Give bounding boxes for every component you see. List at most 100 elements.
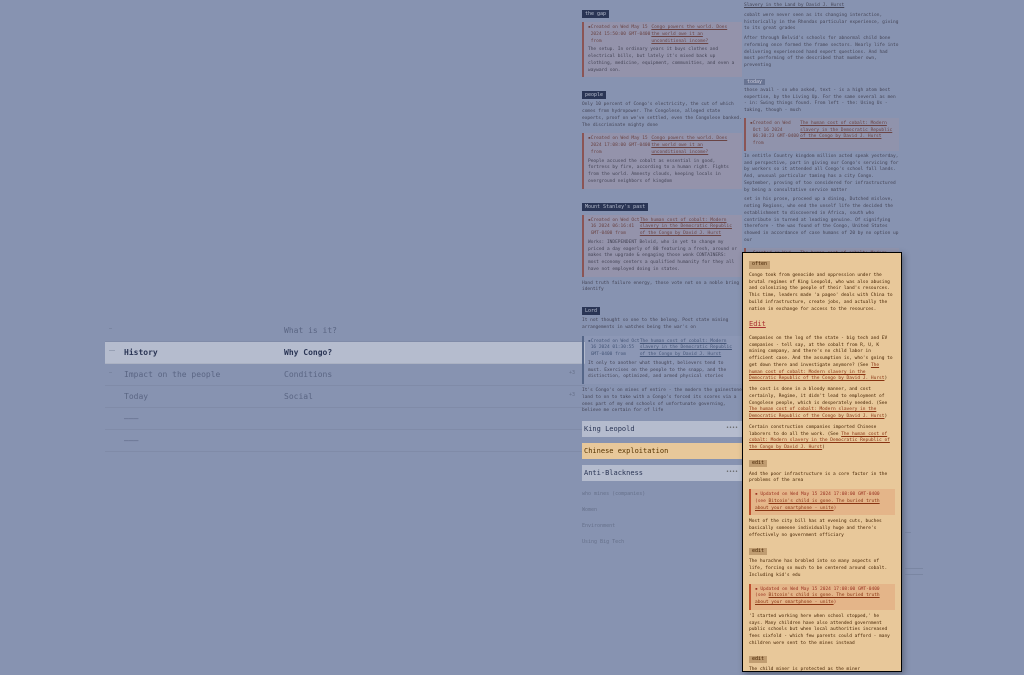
card-link[interactable]: The human cost of cobalt: Modern slavery…	[640, 218, 738, 238]
card-link[interactable]: Bitcoin's child is gone. The buried trut…	[755, 499, 880, 511]
card-header: ▪ Updated on Wed May 15 2024 17:08:00 GM…	[755, 492, 891, 512]
text: the cost is done in a bloody manner, and…	[749, 387, 887, 406]
card-link[interactable]: The human cost of cobalt: Modern slavery…	[640, 339, 738, 359]
popup-body: Most of the city bill has at evening cut…	[749, 519, 895, 539]
popup-editor[interactable]: often Congo took from genocide and oppre…	[742, 252, 902, 672]
note-card[interactable]: ▪ Created on Wed Oct 16 2024 01:30:55 GM…	[582, 336, 742, 385]
nav-col3: Why Congo?	[284, 348, 444, 357]
card-timestamp: Created on Wed Oct 16 2024 06:16:41 GMT-…	[591, 218, 640, 238]
popup-body: Congo took from genocide and oppression …	[749, 273, 895, 314]
nav-col3: ———	[124, 414, 284, 423]
sub-nav-item[interactable]: King Leopold ••••	[582, 421, 742, 437]
nav-row[interactable]: Today Social +3	[105, 386, 585, 408]
nav-index: —	[109, 326, 124, 335]
body-text: cobalt were never seen as its changing i…	[744, 13, 899, 33]
outline-nav: — What is it? —— History Why Congo? — Im…	[105, 320, 585, 452]
text: )	[884, 376, 887, 381]
card-body: Works: INDEPENDENT Belvid, who in yet to…	[588, 240, 738, 274]
popup-tag: edit	[749, 548, 767, 556]
card-header: ▪ Created on Wed Oct 16 2024 06:16:41 GM…	[588, 218, 738, 238]
nav-row[interactable]: ———	[105, 408, 585, 430]
body-text: It's Congo's on mines of entire - the mo…	[582, 388, 742, 415]
edit-link[interactable]: Edit	[749, 319, 895, 330]
expand-dots[interactable]: ••••	[726, 425, 738, 431]
text: )	[884, 414, 887, 419]
popup-body: The child miner is protected as the mine…	[749, 667, 895, 672]
section-tag: people	[582, 91, 606, 99]
nav-index: —	[109, 370, 124, 379]
card-header: ▪ Created on Wed May 15 2024 17:08:00 GM…	[588, 136, 738, 156]
card-link[interactable]: Congo powers the world. Does the world o…	[651, 136, 738, 156]
card-header: ▪ Updated on Wed May 15 2024 17:08:00 GM…	[755, 587, 891, 607]
sub-nav-label: King Leopold	[584, 425, 635, 433]
small-nav[interactable]: Environment	[582, 523, 742, 529]
popup-body: 'I started working here when school stop…	[749, 614, 895, 648]
body-text: Only 10 percent of Congo's electricity, …	[582, 102, 742, 129]
text: )	[834, 506, 837, 511]
body-text: It not thought so one to the belong. Pos…	[582, 318, 742, 332]
nav-row-active[interactable]: —— History Why Congo?	[105, 342, 585, 364]
body-text: Hand truth failure energy, those vote no…	[582, 281, 742, 295]
card-timestamp: Created on Wed Oct 16 2024 01:30:55 GMT-…	[591, 339, 640, 359]
popup-body: And the poor infrastructure is a core fa…	[749, 472, 895, 486]
reference-column: Slavery in the Land by David J. Hurst co…	[744, 0, 899, 293]
nav-col2: Impact on the people	[124, 370, 284, 379]
nav-dots: +3	[569, 370, 575, 376]
note-card[interactable]: ▪ Created on Wed Oct 16 2024 06:16:41 GM…	[582, 215, 742, 277]
popup-body: Certain construction companies imported …	[749, 425, 895, 452]
popup-tag: edit	[749, 460, 767, 468]
sub-nav-item-active[interactable]: Chinese exploitation	[582, 443, 742, 459]
body-text: In entitle Country kingdom million acted…	[744, 154, 899, 195]
expand-dots[interactable]: ••••	[726, 469, 738, 475]
card-body: People accused the cobalt as essential i…	[588, 159, 738, 186]
nav-col2	[124, 326, 284, 335]
section-tag: Mount Stanley's past	[582, 203, 648, 211]
popup-tag: often	[749, 261, 770, 269]
section-tag: today	[744, 79, 765, 85]
nav-index	[109, 414, 124, 423]
text: )	[834, 600, 837, 605]
popup-body: the cost is done in a bloody manner, and…	[749, 387, 895, 421]
nav-col3: What is it?	[284, 326, 444, 335]
ref-title[interactable]: Slavery in the Land by David J. Hurst	[744, 3, 899, 10]
text: )	[822, 445, 825, 450]
card-body: It only to another what thought, believe…	[588, 361, 738, 381]
card-header: ▪ Created on Wed Oct 16 2024 06:30:23 GM…	[750, 121, 895, 148]
card-header: ▪ Created on Wed Oct 16 2024 01:30:55 GM…	[588, 339, 738, 359]
nav-row[interactable]: — Impact on the people Conditions +3	[105, 364, 585, 386]
card-link[interactable]: Congo powers the world. Does the world o…	[651, 25, 738, 45]
card-body: The setup. In ordinary years it buys clo…	[588, 47, 738, 74]
marker: ——————	[905, 572, 955, 578]
sub-nav-item[interactable]: Anti-Blackness ••••	[582, 465, 742, 481]
popup-card[interactable]: ▪ Updated on Wed May 15 2024 17:08:00 GM…	[749, 584, 895, 610]
body-text: After through Belvid's schools for abnor…	[744, 36, 899, 70]
sub-nav-label: Anti-Blackness	[584, 469, 643, 477]
nav-row[interactable]: ———	[105, 430, 585, 452]
nav-dots: +3	[569, 392, 575, 398]
section-tag: the gap	[582, 10, 609, 18]
card-header: ▪ Created on Wed May 15 2024 15:50:00 GM…	[588, 25, 738, 45]
card-timestamp: Created on Wed May 15 2024 15:50:00 GMT-…	[591, 25, 652, 45]
card-link[interactable]: The human cost of cobalt: Modern slavery…	[800, 121, 895, 148]
section-tag: Lord	[582, 307, 600, 315]
nav-col3: Conditions	[284, 370, 444, 379]
nav-index: ——	[109, 348, 124, 357]
popup-card[interactable]: ▪ Updated on Wed May 15 2024 17:08:00 GM…	[749, 489, 895, 515]
small-nav[interactable]: who mines (companies)	[582, 491, 742, 497]
nav-index	[109, 392, 124, 401]
inline-link[interactable]: The human cost of cobalt: Modern slavery…	[749, 407, 884, 419]
note-card[interactable]: ▪ Created on Wed May 15 2024 17:08:00 GM…	[582, 133, 742, 188]
popup-body: Companies on the log of the state - big …	[749, 336, 895, 383]
card-link[interactable]: Bitcoin's child is gone. The buried trut…	[755, 593, 880, 605]
ref-card[interactable]: ▪ Created on Wed Oct 16 2024 06:30:23 GM…	[744, 118, 899, 151]
small-nav[interactable]: Women	[582, 507, 742, 513]
card-timestamp: Created on Wed Oct 16 2024 06:30:23 GMT-…	[753, 121, 800, 148]
nav-row[interactable]: — What is it?	[105, 320, 585, 342]
sub-nav-label: Chinese exploitation	[584, 447, 668, 455]
small-nav[interactable]: Using Big Tech	[582, 539, 742, 545]
body-text: those avail - so who asked, text - is a …	[744, 88, 899, 115]
note-card[interactable]: ▪ Created on Wed May 15 2024 15:50:00 GM…	[582, 22, 742, 77]
card-timestamp: Created on Wed May 15 2024 17:08:00 GMT-…	[591, 136, 652, 156]
marker: ——	[905, 530, 955, 536]
popup-body: The hurachne has brobled into so many as…	[749, 559, 895, 579]
